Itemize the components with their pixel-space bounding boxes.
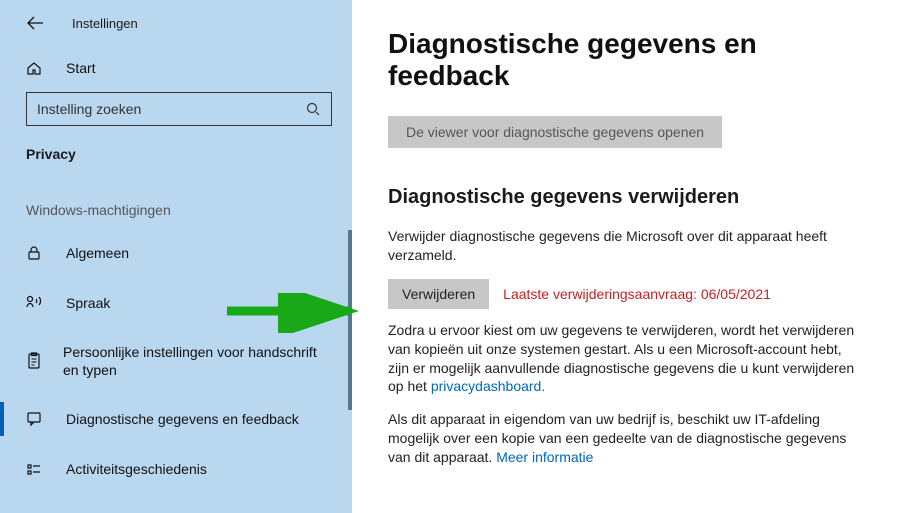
open-viewer-button[interactable]: De viewer voor diagnostische gegevens op… <box>388 116 722 148</box>
back-icon[interactable] <box>26 14 44 32</box>
sidebar-scrollbar[interactable] <box>348 230 352 410</box>
sidebar-item-activity[interactable]: Activiteitsgeschiedenis <box>0 444 352 494</box>
sidebar-item-ink[interactable]: Persoonlijke instellingen voor handschri… <box>0 328 352 394</box>
search-input-box[interactable] <box>26 92 332 126</box>
feedback-icon <box>26 411 48 427</box>
lock-icon <box>26 245 48 261</box>
sidebar-section-header: Windows-machtigingen <box>0 182 352 228</box>
delete-intro-text: Verwijder diagnostische gegevens die Mic… <box>388 227 860 265</box>
main-content: Diagnostische gegevens en feedback De vi… <box>352 0 900 513</box>
history-icon <box>26 461 48 477</box>
sidebar-item-label: Activiteitsgeschiedenis <box>66 461 207 477</box>
settings-sidebar: Instellingen Start Privacy Windows-macht… <box>0 0 352 513</box>
delete-section-title: Diagnostische gegevens verwijderen <box>388 186 860 209</box>
sidebar-item-general[interactable]: Algemeen <box>0 228 352 278</box>
delete-para2-text: Als dit apparaat in eigendom van uw bedr… <box>388 411 846 465</box>
sidebar-item-label: Diagnostische gegevens en feedback <box>66 411 299 427</box>
sidebar-item-home[interactable]: Start <box>0 50 352 86</box>
speech-icon <box>26 295 48 311</box>
delete-button[interactable]: Verwijderen <box>388 279 489 309</box>
privacy-dashboard-link[interactable]: privacydashboard. <box>431 378 545 394</box>
sidebar-item-speech[interactable]: Spraak <box>0 278 352 328</box>
sidebar-item-label: Persoonlijke instellingen voor handschri… <box>63 343 332 379</box>
home-icon <box>26 60 48 76</box>
sidebar-header: Instellingen <box>0 14 352 50</box>
more-info-link[interactable]: Meer informatie <box>496 449 593 465</box>
search-icon <box>305 101 321 117</box>
app-title: Instellingen <box>72 16 138 31</box>
sidebar-item-label: Start <box>66 60 96 76</box>
delete-row: Verwijderen Laatste verwijderingsaanvraa… <box>388 279 860 309</box>
clipboard-icon <box>26 352 45 370</box>
delete-para1: Zodra u ervoor kiest om uw gegevens te v… <box>388 321 860 397</box>
delete-para2: Als dit apparaat in eigendom van uw bedr… <box>388 410 860 467</box>
search-input[interactable] <box>37 101 305 117</box>
sidebar-item-label: Spraak <box>66 295 110 311</box>
search-wrap <box>0 86 352 138</box>
delete-status: Laatste verwijderingsaanvraag: 06/05/202… <box>503 286 771 302</box>
sidebar-item-diag[interactable]: Diagnostische gegevens en feedback <box>0 394 352 444</box>
page-title: Diagnostische gegevens en feedback <box>388 28 860 92</box>
sidebar-category: Privacy <box>0 138 352 182</box>
sidebar-item-label: Algemeen <box>66 245 129 261</box>
